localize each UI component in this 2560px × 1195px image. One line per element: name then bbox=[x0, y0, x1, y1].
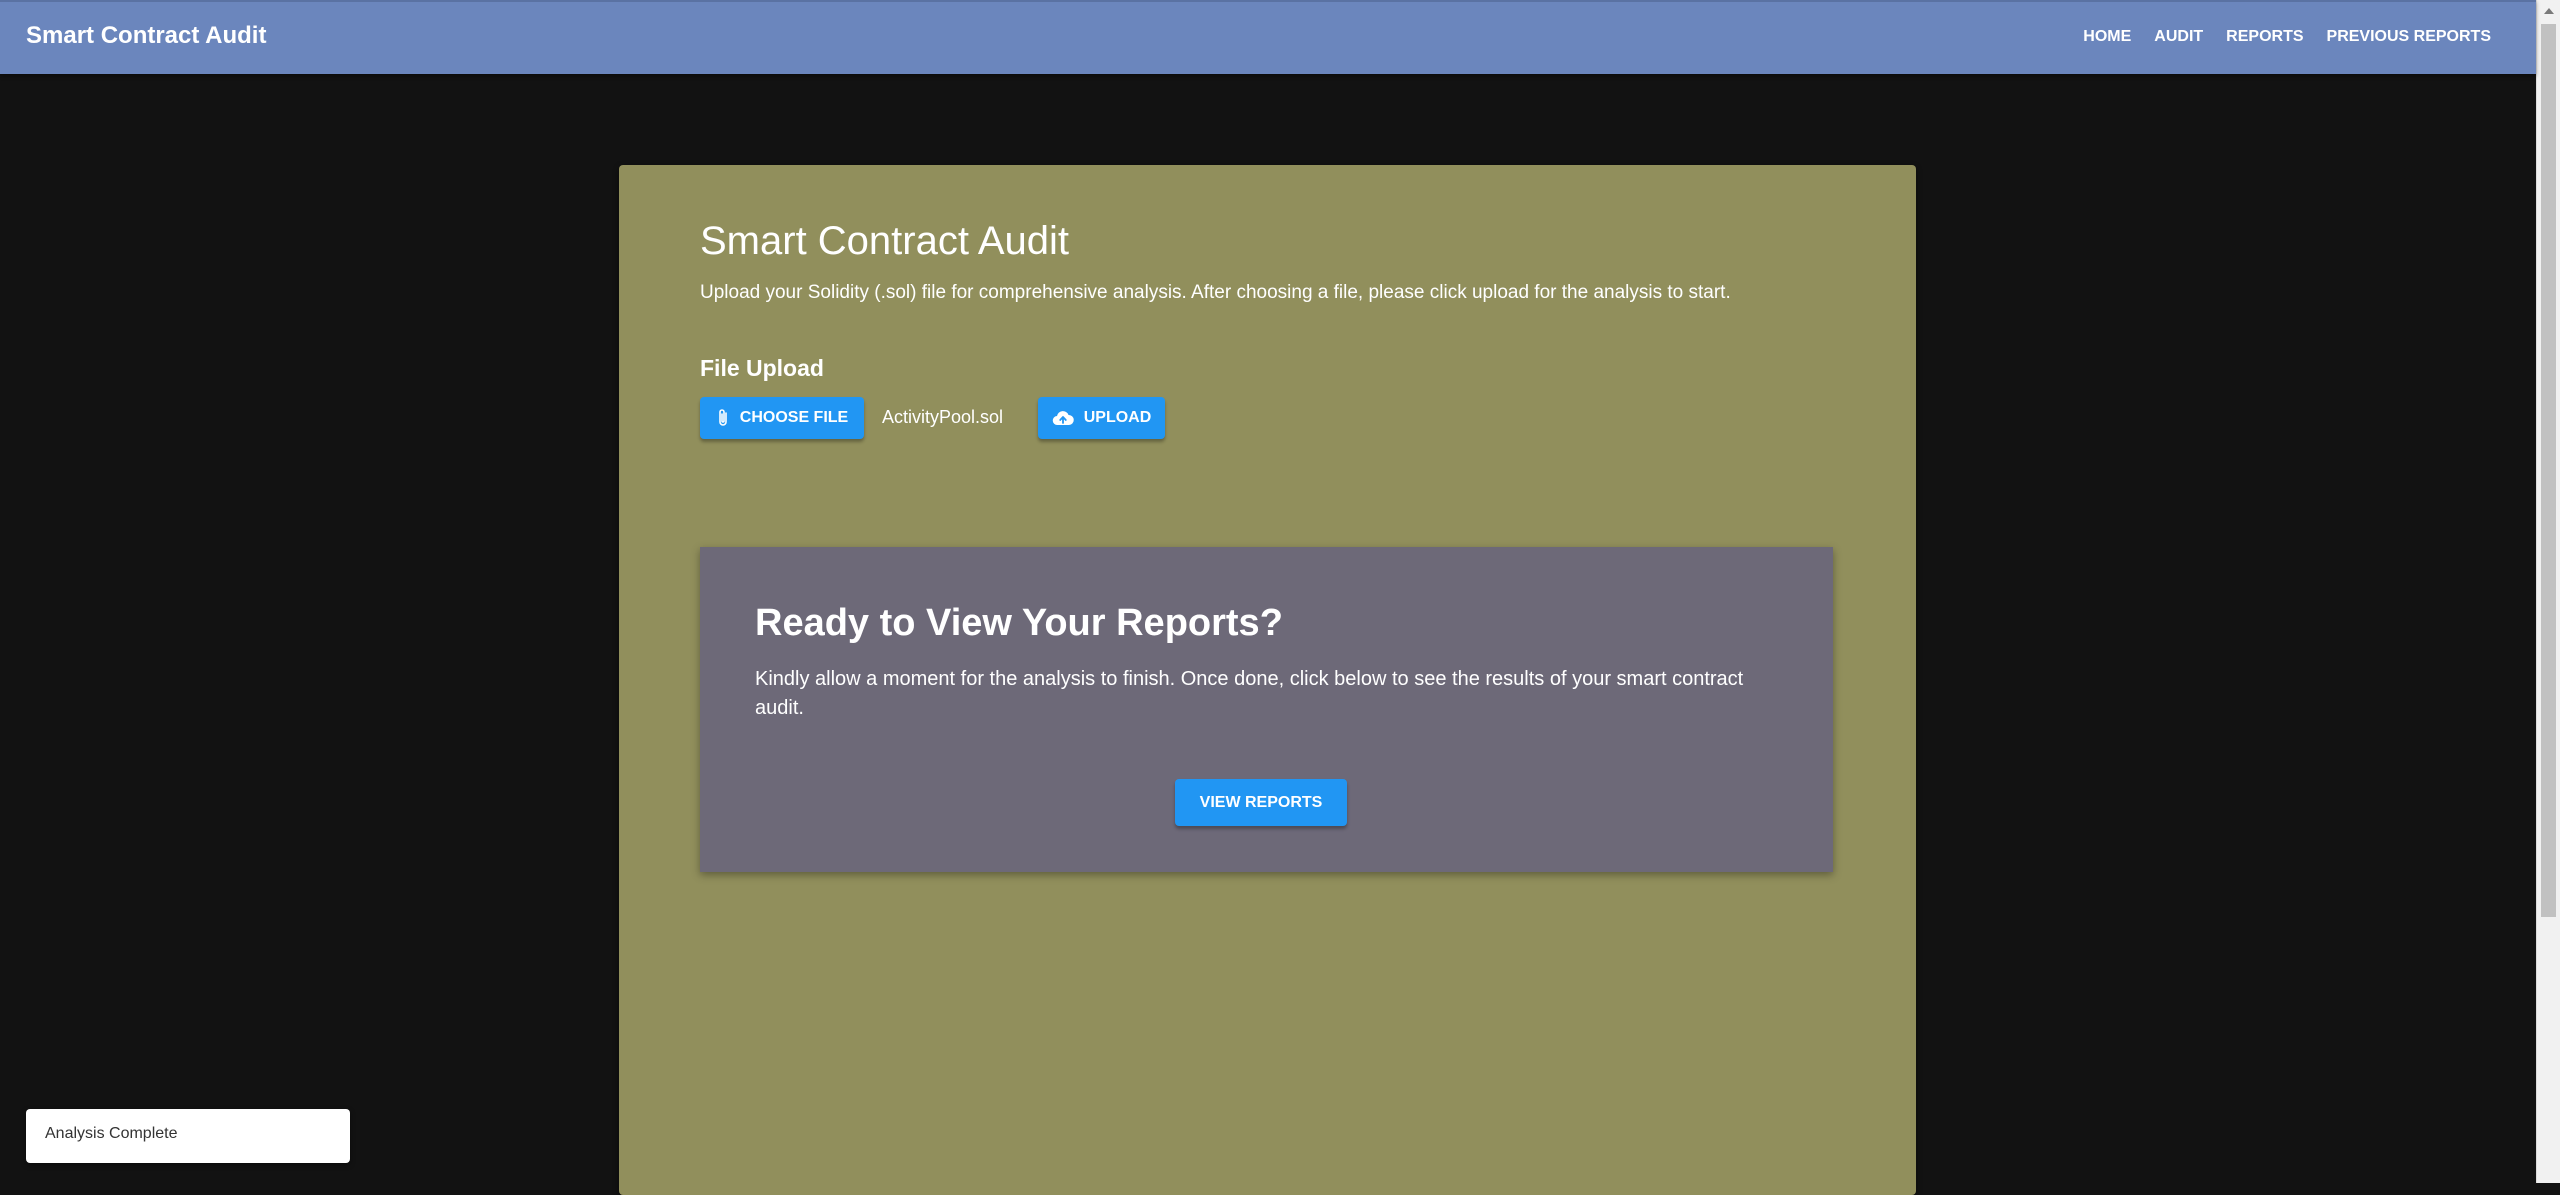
audit-card: Smart Contract Audit Upload your Solidit… bbox=[619, 165, 1916, 1195]
analysis-complete-toast: Analysis Complete bbox=[26, 1109, 350, 1163]
upload-button[interactable]: UPLOAD bbox=[1038, 397, 1165, 439]
reports-panel-heading: Ready to View Your Reports? bbox=[755, 602, 1283, 644]
page-title: Smart Contract Audit bbox=[700, 219, 1070, 263]
intro-text: Upload your Solidity (.sol) file for com… bbox=[700, 282, 1731, 303]
reports-panel: Ready to View Your Reports? Kindly allow… bbox=[700, 547, 1833, 872]
choose-file-label: CHOOSE FILE bbox=[739, 409, 849, 426]
file-upload-heading: File Upload bbox=[700, 355, 824, 381]
nav-reports-link[interactable]: REPORTS bbox=[2212, 26, 2312, 48]
page-scrollbar[interactable] bbox=[2536, 0, 2560, 1183]
upload-label: UPLOAD bbox=[1083, 409, 1152, 426]
selected-file-name: ActivityPool.sol bbox=[882, 407, 1004, 427]
paperclip-icon bbox=[716, 408, 730, 428]
scrollbar-thumb[interactable] bbox=[2541, 24, 2556, 917]
reports-panel-text: Kindly allow a moment for the analysis t… bbox=[755, 668, 1744, 719]
choose-file-button[interactable]: CHOOSE FILE bbox=[700, 397, 864, 439]
nav-audit-link[interactable]: AUDIT bbox=[2140, 26, 2212, 48]
nav-home-link[interactable]: HOME bbox=[2069, 26, 2140, 48]
top-nav: HOME AUDIT REPORTS PREVIOUS REPORTS bbox=[2069, 26, 2500, 48]
scroll-up-arrow-icon[interactable] bbox=[2544, 8, 2554, 14]
app-bar: Smart Contract Audit HOME AUDIT REPORTS … bbox=[0, 0, 2536, 74]
view-reports-button[interactable]: VIEW REPORTS bbox=[1175, 779, 1347, 826]
nav-previous-reports-link[interactable]: PREVIOUS REPORTS bbox=[2313, 26, 2500, 48]
toast-message: Analysis Complete bbox=[45, 1125, 178, 1142]
app-title[interactable]: Smart Contract Audit bbox=[26, 22, 266, 50]
cloud-upload-icon bbox=[1052, 410, 1074, 426]
